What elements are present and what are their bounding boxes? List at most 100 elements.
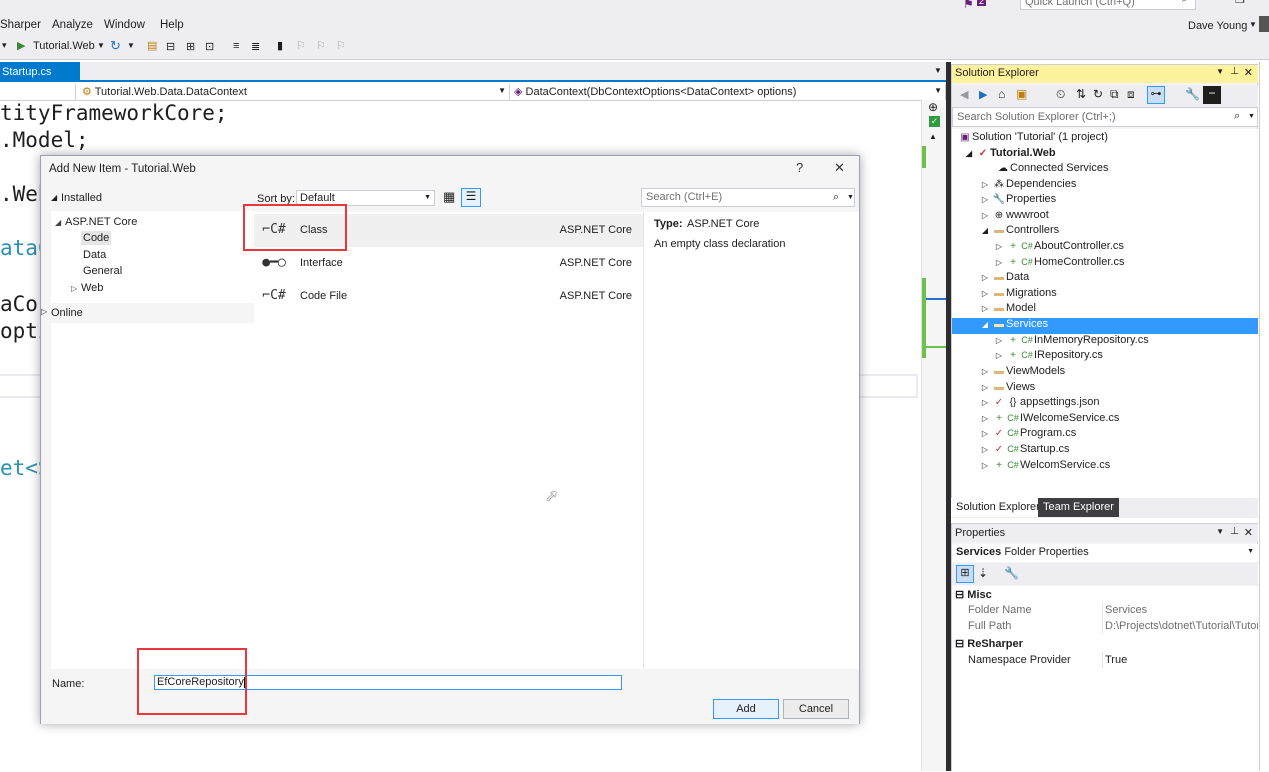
grid-view-icon[interactable]: ▦	[443, 189, 455, 205]
forward-icon[interactable]: ▶	[979, 88, 987, 101]
category-resharper[interactable]: ⊟ ReSharper	[952, 637, 1258, 653]
pin-icon[interactable]: ⊥	[1230, 526, 1239, 537]
property-pages-icon[interactable]: 🔧	[1004, 566, 1019, 580]
quick-launch-input[interactable]: Quick Launch (Ctrl+Q)	[1020, 0, 1196, 10]
tree-item-connected-services[interactable]: ☁ Connected Services	[952, 162, 1258, 178]
tab-startup-cs[interactable]: Startup.cs	[0, 62, 80, 82]
prev-bookmark-icon[interactable]: ⚐	[296, 39, 306, 52]
installed-header[interactable]: ◢ Installed	[51, 189, 254, 211]
indent-icon[interactable]: ⊞	[186, 40, 195, 53]
split-icon[interactable]: ⊕	[928, 100, 938, 114]
close-icon[interactable]: ✕	[1244, 526, 1253, 539]
solution-search-input[interactable]: Search Solution Explorer (Ctrl+;)	[952, 107, 1258, 127]
tree-item-dependencies[interactable]: ▷ ⁂ Dependencies	[952, 178, 1258, 194]
menu-window[interactable]: Window	[104, 19, 145, 31]
tree-item-model[interactable]: ▷ ▬ Model	[952, 302, 1258, 318]
scroll-up-icon[interactable]: ▲	[929, 132, 937, 141]
notification-flag-icon[interactable]: ⚑	[963, 0, 974, 11]
format-icon[interactable]: ⊟	[166, 40, 175, 53]
sync-with-document-icon[interactable]: ⊶	[1147, 86, 1165, 104]
property-namespace-provider[interactable]: Namespace Provider True	[952, 652, 1258, 670]
uncomment-icon[interactable]: ≣	[251, 40, 260, 53]
chevron-down-icon[interactable]: ▼	[1249, 20, 1257, 29]
align-icon[interactable]: ⊡	[205, 40, 214, 53]
tree-item-program[interactable]: ▷ ✓ C#Program.cs	[952, 427, 1258, 443]
window-position-icon[interactable]: ▼	[1216, 527, 1224, 536]
config-dropdown-icon[interactable]: ▾	[2, 40, 7, 51]
tree-item-services[interactable]: ◢ ▬ Services	[952, 318, 1258, 334]
tree-item-aspnet-core[interactable]: ◢ ASP.NET Core	[55, 216, 137, 228]
play-icon[interactable]: ▶	[17, 39, 25, 52]
tree-item-general[interactable]: General	[83, 265, 122, 277]
user-name[interactable]: Dave Young	[1188, 20, 1247, 32]
tree-item-iwelcomeservice[interactable]: ▷ + C#IWelcomeService.cs	[952, 412, 1258, 428]
tree-item-solution[interactable]: ▣ Solution 'Tutorial' (1 project)	[952, 131, 1258, 147]
cancel-button[interactable]: Cancel	[783, 699, 849, 719]
notification-badge[interactable]: 2	[977, 0, 987, 6]
tree-item-irepository[interactable]: ▷ + C#IRepository.cs	[952, 349, 1258, 365]
tree-item-code[interactable]: Code	[81, 231, 112, 245]
close-button[interactable]: ✕	[834, 160, 845, 176]
tree-item-wwwroot[interactable]: ▷ ⊕ wwwroot	[952, 209, 1258, 225]
tab-overflow-icon[interactable]: ▼	[934, 66, 942, 75]
run-target-label[interactable]: Tutorial.Web	[33, 40, 95, 52]
chevron-down-icon[interactable]: ▼	[847, 194, 854, 201]
chevron-down-icon[interactable]: ▼	[97, 41, 105, 50]
switch-views-icon[interactable]: ▣	[1016, 87, 1027, 101]
menu-analyze[interactable]: Analyze	[52, 19, 93, 31]
add-button[interactable]: Add	[713, 699, 779, 719]
preview-icon[interactable]: −	[1203, 86, 1221, 104]
tab-team-explorer[interactable]: Team Explorer	[1038, 498, 1119, 517]
window-position-icon[interactable]: ▼	[1216, 67, 1224, 76]
properties-icon[interactable]: 🔧	[1185, 87, 1200, 101]
tree-item-viewmodels[interactable]: ▷ ▬ ViewModels	[952, 365, 1258, 381]
tree-item-appsettings[interactable]: ▷ ✓ {} appsettings.json	[952, 396, 1258, 412]
bookmark-icon[interactable]: ▮	[277, 39, 283, 52]
refresh-icon[interactable]: ↻	[1093, 87, 1103, 101]
tree-item-inmemoryrepository[interactable]: ▷ + C#InMemoryRepository.cs	[952, 334, 1258, 350]
categorized-icon[interactable]: ⊞	[956, 565, 974, 583]
sync-icon[interactable]: ⇅	[1076, 87, 1086, 101]
online-header[interactable]: ▷ Online	[41, 303, 254, 323]
property-full-path[interactable]: Full Path D:\Projects\dotnet\Tutorial\Tu…	[952, 618, 1258, 636]
refresh-icon[interactable]: ↻	[110, 38, 121, 54]
tree-item-welcomservice[interactable]: ▷ + C#WelcomService.cs	[952, 459, 1258, 475]
tree-item-data[interactable]: Data	[83, 249, 106, 261]
bookmark-toggle-icon[interactable]: ▤	[147, 39, 157, 52]
object-selector[interactable]: Services Folder Properties ▼	[952, 544, 1258, 562]
minimize-icon[interactable]: –	[1208, 0, 1215, 6]
tree-item-data[interactable]: ▷ ▬ Data	[952, 271, 1258, 287]
list-view-icon[interactable]: ☰	[461, 188, 481, 207]
editor-scrollbar[interactable]: ⊕ ✓ ▲	[921, 100, 946, 771]
pin-icon[interactable]: ⊥	[1230, 66, 1239, 77]
home-icon[interactable]: ⌂	[998, 87, 1005, 101]
tree-item-migrations[interactable]: ▷ ▬ Migrations	[952, 287, 1258, 303]
tree-item-properties[interactable]: ▷ 🔧Properties	[952, 193, 1258, 209]
tree-item-views[interactable]: ▷ ▬ Views	[952, 381, 1258, 397]
menu-resharper[interactable]: Sharper	[0, 19, 41, 31]
template-code-file[interactable]: ⌐C# Code File ASP.NET Core	[254, 280, 643, 313]
chevron-down-icon[interactable]: ▼	[1248, 113, 1255, 120]
avatar[interactable]	[1259, 16, 1269, 32]
type-combo[interactable]: ⚙ Tutorial.Web.Data.DataContext ▼	[78, 84, 510, 100]
chevron-down-icon[interactable]: ▼	[127, 41, 135, 50]
alphabetical-icon[interactable]: ⇣	[978, 566, 988, 580]
pending-changes-icon[interactable]: ⏲	[1056, 87, 1065, 102]
comment-icon[interactable]: ≡	[233, 40, 239, 52]
help-button[interactable]: ?	[796, 160, 803, 175]
clear-bookmarks-icon[interactable]: ⚐	[336, 39, 346, 52]
project-combo[interactable]	[0, 84, 76, 100]
close-icon[interactable]: ✕	[1244, 66, 1253, 79]
show-all-files-icon[interactable]: ⧈	[1127, 87, 1135, 102]
collapse-all-icon[interactable]: ⧉	[1110, 87, 1119, 102]
tree-item-aboutcontroller[interactable]: ▷ + C#AboutController.cs	[952, 240, 1258, 256]
restore-icon[interactable]: ❐	[1235, 0, 1245, 6]
tree-item-startup[interactable]: ▷ ✓ C#Startup.cs	[952, 443, 1258, 459]
menu-help[interactable]: Help	[160, 19, 184, 31]
member-combo[interactable]: ◈ DataContext(DbContextOptions<DataConte…	[510, 84, 946, 100]
tree-item-controllers[interactable]: ◢ ▬ Controllers	[952, 224, 1258, 240]
next-bookmark-icon[interactable]: ⚐	[316, 39, 326, 52]
template-search-input[interactable]: Search (Ctrl+E)	[641, 188, 855, 207]
tree-item-project[interactable]: ◢ ✓ Tutorial.Web	[952, 147, 1258, 163]
tree-item-web[interactable]: ▷ Web	[71, 282, 103, 294]
